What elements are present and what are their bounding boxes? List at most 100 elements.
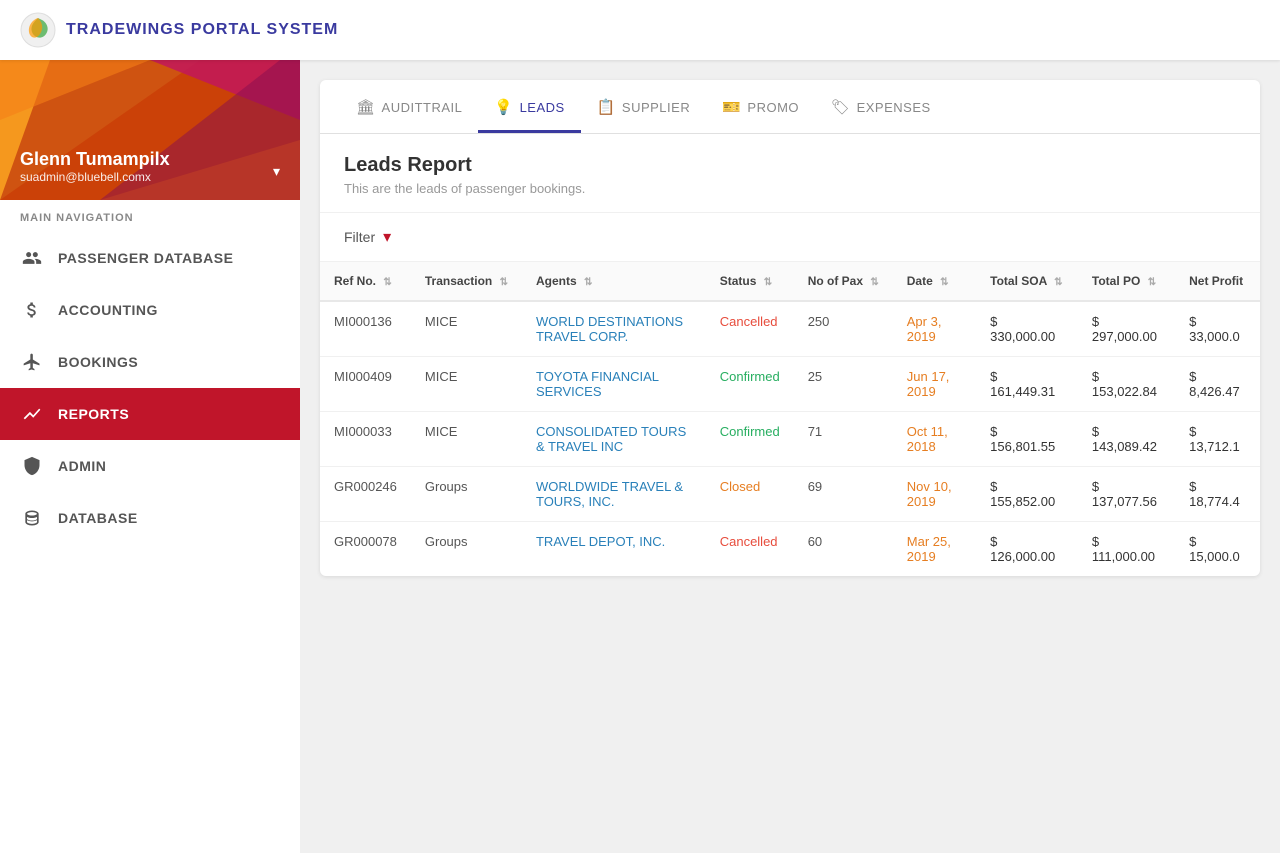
cell-ref-no: GR000246 (320, 467, 411, 522)
cell-date: Oct 11, 2018 (893, 412, 976, 467)
filter-chevron-icon: ▾ (383, 227, 391, 247)
filter-label: Filter (344, 229, 375, 245)
cell-total-po: $ 297,000.00 (1078, 301, 1175, 357)
cell-total-po: $ 153,022.84 (1078, 357, 1175, 412)
top-bar: TRADEWINGS PORTAL SYSTEM (0, 0, 1280, 60)
cell-pax: 60 (794, 522, 893, 577)
col-status[interactable]: Status ⇅ (706, 262, 794, 301)
tab-promo[interactable]: 🎫 PROMO (706, 80, 815, 133)
cell-net-profit: $ 33,000.0 (1175, 301, 1260, 357)
col-net-profit[interactable]: Net Profit (1175, 262, 1260, 301)
cell-date: Nov 10, 2019 (893, 467, 976, 522)
table-header-row: Ref No. ⇅ Transaction ⇅ Agents ⇅ (320, 262, 1260, 301)
main-card: 🏛 AUDITTRAIL 💡 LEADS 📋 SUPPLIER 🎫 PROMO … (320, 80, 1260, 576)
sidebar-item-label: DATABASE (58, 510, 138, 526)
cell-date: Jun 17, 2019 (893, 357, 976, 412)
sidebar-item-reports[interactable]: REPORTS (0, 388, 300, 440)
cell-date: Apr 3, 2019 (893, 301, 976, 357)
user-info: Glenn Tumampilx suadmin@bluebell.comx (20, 149, 170, 184)
leads-icon: 💡 (494, 98, 513, 116)
sort-icon-date: ⇅ (940, 277, 948, 288)
cell-status: Confirmed (706, 412, 794, 467)
report-header: Leads Report This are the leads of passe… (320, 134, 1260, 213)
table-row: MI000136 MICE WORLD DESTINATIONS TRAVEL … (320, 301, 1260, 357)
cell-agent: WORLD DESTINATIONS TRAVEL CORP. (522, 301, 706, 357)
filter-bar: Filter ▾ (320, 213, 1260, 262)
user-menu-chevron[interactable]: ▾ (273, 163, 280, 180)
sidebar-item-bookings[interactable]: BOOKINGS (0, 336, 300, 388)
col-agents[interactable]: Agents ⇅ (522, 262, 706, 301)
shield-icon (20, 454, 44, 478)
cell-ref-no: GR000078 (320, 522, 411, 577)
leads-table-container: Ref No. ⇅ Transaction ⇅ Agents ⇅ (320, 262, 1260, 576)
sidebar-item-label: ACCOUNTING (58, 302, 158, 318)
sidebar-item-database[interactable]: DATABASE (0, 492, 300, 544)
cell-transaction: MICE (411, 301, 522, 357)
col-total-soa[interactable]: Total SOA ⇅ (976, 262, 1078, 301)
col-transaction[interactable]: Transaction ⇅ (411, 262, 522, 301)
tab-leads[interactable]: 💡 LEADS (478, 80, 580, 133)
cell-ref-no: MI000409 (320, 357, 411, 412)
promo-icon: 🎫 (722, 98, 741, 116)
cell-ref-no: MI000033 (320, 412, 411, 467)
nav-section-label: MAIN NAVIGATION (0, 200, 300, 232)
sidebar-hero: Glenn Tumampilx suadmin@bluebell.comx ▾ (0, 60, 300, 200)
sidebar-item-label: REPORTS (58, 406, 129, 422)
cell-agent: TRAVEL DEPOT, INC. (522, 522, 706, 577)
cell-total-po: $ 137,077.56 (1078, 467, 1175, 522)
sidebar-item-passenger-database[interactable]: PASSENGER DATABASE (0, 232, 300, 284)
sort-icon-agents: ⇅ (584, 277, 592, 288)
main-layout: Glenn Tumampilx suadmin@bluebell.comx ▾ … (0, 60, 1280, 853)
sidebar-item-label: ADMIN (58, 458, 106, 474)
plane-icon (20, 350, 44, 374)
sidebar-item-accounting[interactable]: ACCOUNTING (0, 284, 300, 336)
cell-date: Mar 25, 2019 (893, 522, 976, 577)
cell-total-po: $ 111,000.00 (1078, 522, 1175, 577)
expenses-icon: 🏷 (831, 98, 851, 116)
cell-total-po: $ 143,089.42 (1078, 412, 1175, 467)
table-row: MI000033 MICE CONSOLIDATED TOURS & TRAVE… (320, 412, 1260, 467)
cell-status: Cancelled (706, 522, 794, 577)
tabs-bar: 🏛 AUDITTRAIL 💡 LEADS 📋 SUPPLIER 🎫 PROMO … (320, 80, 1260, 134)
cell-pax: 250 (794, 301, 893, 357)
cell-agent: CONSOLIDATED TOURS & TRAVEL INC (522, 412, 706, 467)
sort-icon-soa: ⇅ (1054, 277, 1062, 288)
cell-pax: 25 (794, 357, 893, 412)
user-name: Glenn Tumampilx (20, 149, 170, 170)
sort-icon-po: ⇅ (1148, 277, 1156, 288)
cell-total-soa: $ 330,000.00 (976, 301, 1078, 357)
table-row: GR000078 Groups TRAVEL DEPOT, INC. Cance… (320, 522, 1260, 577)
sidebar-item-admin[interactable]: ADMIN (0, 440, 300, 492)
col-ref-no[interactable]: Ref No. ⇅ (320, 262, 411, 301)
database-icon (20, 506, 44, 530)
col-date[interactable]: Date ⇅ (893, 262, 976, 301)
sidebar-item-label: BOOKINGS (58, 354, 138, 370)
cell-net-profit: $ 8,426.47 (1175, 357, 1260, 412)
cell-ref-no: MI000136 (320, 301, 411, 357)
col-total-po[interactable]: Total PO ⇅ (1078, 262, 1175, 301)
cell-net-profit: $ 15,000.0 (1175, 522, 1260, 577)
sort-icon-pax: ⇅ (870, 277, 878, 288)
report-subtitle: This are the leads of passenger bookings… (344, 181, 1236, 196)
cell-total-soa: $ 161,449.31 (976, 357, 1078, 412)
tab-expenses[interactable]: 🏷 EXPENSES (815, 80, 947, 133)
sort-icon-transaction: ⇅ (500, 277, 508, 288)
cell-total-soa: $ 156,801.55 (976, 412, 1078, 467)
tab-supplier[interactable]: 📋 SUPPLIER (581, 80, 707, 133)
tab-audittrail[interactable]: 🏛 AUDITTRAIL (340, 80, 478, 133)
leads-table: Ref No. ⇅ Transaction ⇅ Agents ⇅ (320, 262, 1260, 576)
cell-pax: 69 (794, 467, 893, 522)
user-email: suadmin@bluebell.comx (20, 170, 170, 184)
sidebar: Glenn Tumampilx suadmin@bluebell.comx ▾ … (0, 60, 300, 853)
col-pax[interactable]: No of Pax ⇅ (794, 262, 893, 301)
filter-button[interactable]: Filter ▾ (344, 227, 391, 247)
cell-transaction: MICE (411, 357, 522, 412)
cell-status: Cancelled (706, 301, 794, 357)
app-title: TRADEWINGS PORTAL SYSTEM (66, 21, 338, 39)
table-row: MI000409 MICE TOYOTA FINANCIAL SERVICES … (320, 357, 1260, 412)
sort-icon-status: ⇅ (764, 277, 772, 288)
people-icon (20, 246, 44, 270)
cell-status: Closed (706, 467, 794, 522)
audittrail-icon: 🏛 (356, 98, 376, 116)
cell-status: Confirmed (706, 357, 794, 412)
